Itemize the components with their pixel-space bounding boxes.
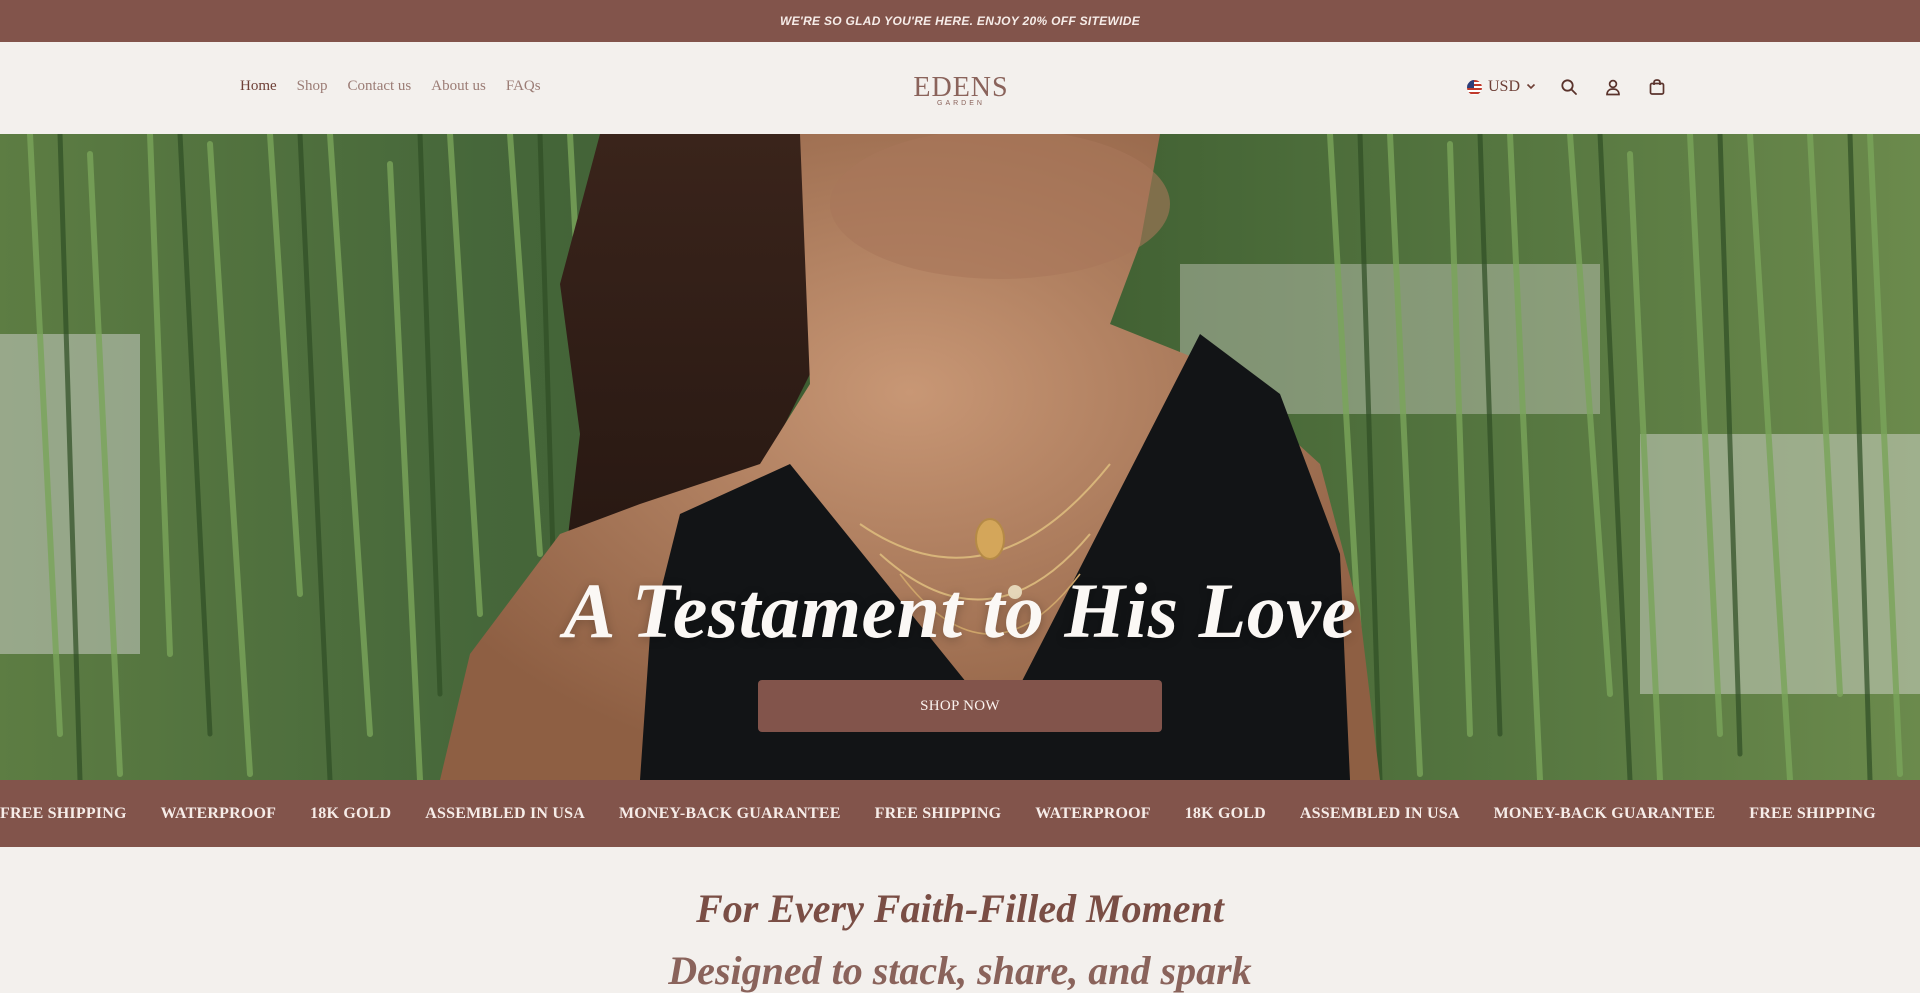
search-icon[interactable] bbox=[1558, 76, 1580, 98]
marquee-item: ASSEMBLED IN USA bbox=[1299, 804, 1460, 822]
nav-about-link[interactable]: About us bbox=[431, 78, 486, 95]
marquee-item: ASSEMBLED IN USA bbox=[425, 804, 585, 822]
marquee-item: MONEY-BACK GUARANTEE bbox=[1493, 804, 1716, 822]
chevron-down-icon bbox=[1526, 78, 1536, 96]
nav-contact-link[interactable]: Contact us bbox=[348, 78, 412, 95]
marquee-item: WATERPROOF bbox=[160, 804, 277, 822]
marquee-item: WATERPROOF bbox=[1035, 804, 1151, 822]
main-nav: Home Shop Contact us About us FAQs bbox=[240, 42, 541, 130]
logo-wordmark: EDENS bbox=[913, 72, 1009, 103]
marquee-item: FREE SHIPPING bbox=[0, 804, 127, 822]
currency-label: USD bbox=[1487, 78, 1520, 95]
bag-icon[interactable] bbox=[1646, 76, 1668, 98]
brand-logo[interactable]: EDENS GARDEN bbox=[900, 72, 1022, 108]
marquee-item: FREE SHIPPING bbox=[874, 804, 1002, 822]
benefits-marquee: FREE SHIPPING WATERPROOF 18K GOLD ASSEMBLED… bbox=[0, 780, 1920, 847]
shop-now-button[interactable]: SHOP NOW bbox=[758, 680, 1162, 732]
section-heading: For Every Faith-Filled Moment bbox=[696, 886, 1224, 931]
marquee-item: 18K GOLD bbox=[310, 804, 392, 822]
announcement-bar: WE'RE SO GLAD YOU'RE HERE. ENJOY 20% OFF… bbox=[0, 0, 1920, 42]
nav-shop-link[interactable]: Shop bbox=[297, 78, 328, 95]
us-flag-icon bbox=[1466, 79, 1482, 95]
marquee-item: MONEY-BACK GUARANTEE bbox=[618, 804, 841, 822]
collection-intro: For Every Faith-Filled Moment Designed t… bbox=[0, 847, 1920, 993]
section-subheading: Designed to stack, share, and spark bbox=[668, 948, 1252, 993]
nav-faqs-link[interactable]: FAQs bbox=[506, 78, 541, 95]
nav-home-link[interactable]: Home bbox=[240, 78, 277, 95]
site-header: Home Shop Contact us About us FAQs EDENS… bbox=[0, 42, 1920, 134]
user-icon[interactable] bbox=[1602, 76, 1624, 98]
currency-selector[interactable]: USD bbox=[1466, 78, 1536, 96]
marquee-item: FREE SHIPPING bbox=[1749, 804, 1876, 822]
marquee-item: 18K GOLD bbox=[1184, 804, 1266, 822]
hero-banner: A Testament to His Love SHOP NOW bbox=[0, 134, 1920, 780]
header-tools: USD bbox=[1466, 76, 1668, 98]
hero-title: A Testament to His Love bbox=[563, 567, 1357, 654]
announcement-text: WE'RE SO GLAD YOU'RE HERE. ENJOY 20% OFF… bbox=[779, 14, 1141, 28]
marquee-track: FREE SHIPPING WATERPROOF 18K GOLD ASSEMBLED… bbox=[0, 805, 1876, 823]
